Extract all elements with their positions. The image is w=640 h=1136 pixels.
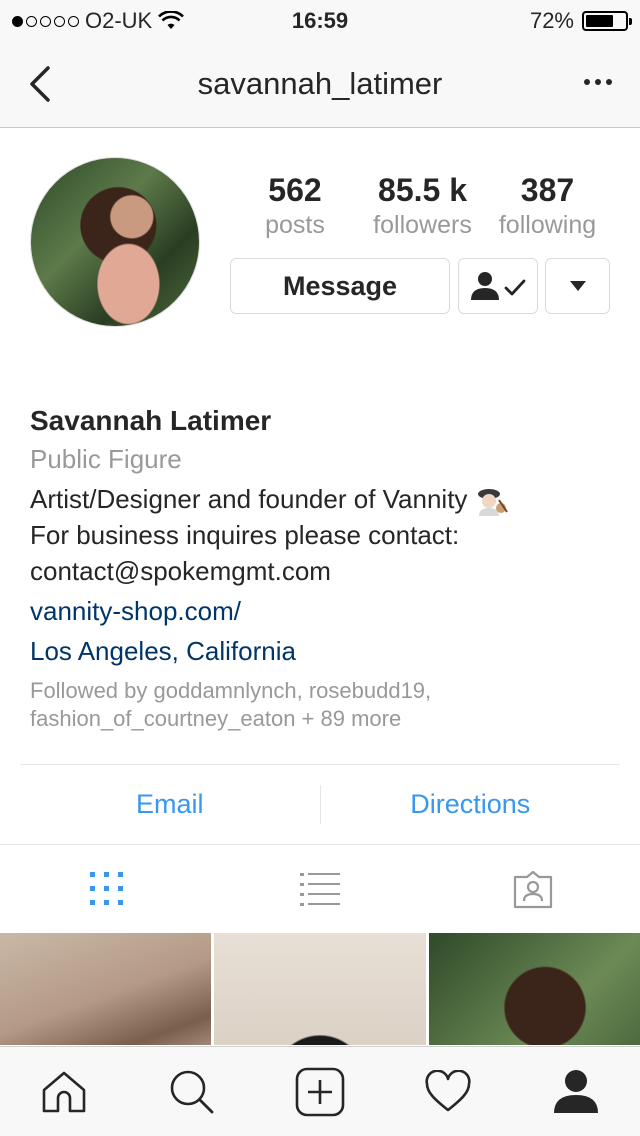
profile-stats: 562 posts 85.5 k followers 387 following	[230, 170, 610, 240]
profile-category: Public Figure	[30, 444, 182, 474]
nav-bar: savannah_latimer	[0, 40, 640, 128]
following-label: following	[498, 211, 597, 239]
contact-options: Email Directions	[20, 764, 620, 844]
bio-line-3: contact@spokemgmt.com	[30, 556, 331, 586]
tab-profile[interactable]	[512, 1047, 640, 1136]
person-check-icon	[471, 272, 526, 300]
caret-down-icon	[569, 281, 586, 291]
tab-activity[interactable]	[384, 1047, 512, 1136]
grid-icon	[89, 872, 123, 905]
following-count: 387	[520, 172, 575, 208]
tagged-person-icon	[514, 870, 553, 909]
profile-bio: Savannah Latimer Public Figure Artist/De…	[30, 402, 610, 733]
photo-thumbnail[interactable]	[428, 933, 640, 1045]
tab-home[interactable]	[0, 1047, 128, 1136]
bio-line-1: Artist/Designer and founder of Vannity	[30, 484, 468, 514]
artist-emoji-icon	[477, 489, 508, 517]
photo-grid	[0, 933, 640, 1045]
profile-icon	[554, 1069, 598, 1113]
following-stat[interactable]: 387 following	[485, 170, 610, 240]
tab-grid-view[interactable]	[0, 845, 213, 933]
directions-button[interactable]: Directions	[321, 765, 621, 844]
list-icon	[299, 873, 340, 906]
following-toggle-button[interactable]	[458, 258, 538, 314]
message-button[interactable]: Message	[230, 258, 450, 314]
add-post-icon	[295, 1067, 345, 1116]
battery-percent: 72%	[529, 8, 574, 33]
followers-label: followers	[373, 211, 472, 239]
search-icon	[170, 1070, 214, 1113]
website-link[interactable]: vannity-shop.com/	[30, 591, 610, 631]
followers-stat[interactable]: 85.5 k followers	[360, 170, 485, 240]
followed-by-text[interactable]: Followed by goddamnlynch, rosebudd19, fa…	[30, 677, 610, 733]
tab-search[interactable]	[128, 1047, 256, 1136]
bio-line-2: For business inquires please contact:	[30, 520, 460, 550]
battery-icon	[582, 11, 632, 31]
location-link[interactable]: Los Angeles, California	[30, 631, 610, 671]
battery-indicator: 72%	[529, 8, 632, 34]
page-title: savannah_latimer	[197, 66, 443, 101]
more-options-icon[interactable]	[578, 70, 618, 94]
posts-label: posts	[265, 211, 325, 239]
avatar[interactable]	[30, 157, 200, 327]
home-icon	[42, 1071, 86, 1112]
heart-icon	[425, 1069, 471, 1111]
tab-list-view[interactable]	[213, 845, 426, 933]
posts-stat[interactable]: 562 posts	[230, 170, 360, 240]
status-bar: O2-UK 16:59 72%	[0, 0, 640, 40]
tab-tagged-photos[interactable]	[427, 845, 640, 933]
email-button[interactable]: Email	[20, 765, 320, 844]
bio-text: Artist/Designer and founder of Vannity F…	[30, 481, 610, 589]
tab-new-post[interactable]	[256, 1047, 384, 1136]
suggestions-dropdown-button[interactable]	[545, 258, 610, 314]
photo-thumbnail[interactable]	[0, 933, 212, 1045]
display-name: Savannah Latimer	[30, 405, 272, 436]
profile-view-tabs	[0, 845, 640, 933]
followers-count: 85.5 k	[378, 172, 467, 208]
bottom-tab-bar	[0, 1046, 640, 1136]
posts-count: 562	[268, 172, 322, 208]
photo-thumbnail[interactable]	[214, 933, 426, 1045]
